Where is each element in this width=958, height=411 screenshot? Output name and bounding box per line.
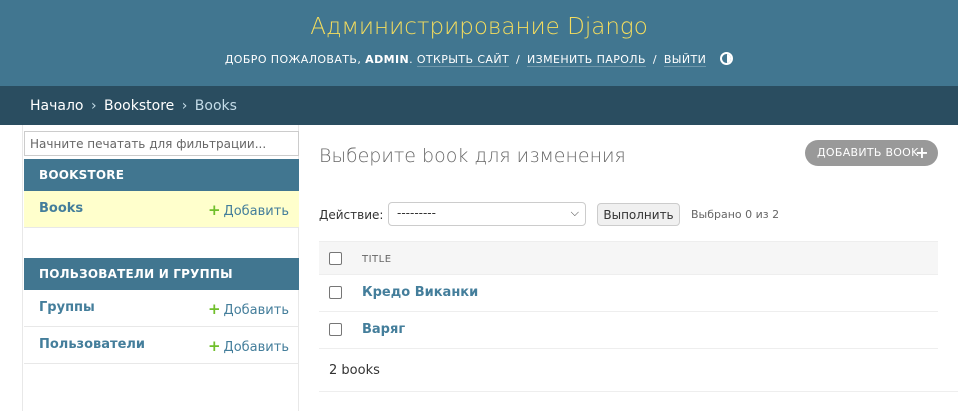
- add-books-link[interactable]: + Добавить: [208, 201, 289, 219]
- column-header-title[interactable]: Title: [362, 254, 392, 265]
- add-book-button[interactable]: Добавить book +: [805, 140, 938, 166]
- header: Администрирование Django Добро пожаловат…: [0, 0, 958, 86]
- action-label: Действие:: [319, 208, 384, 222]
- separator: /: [516, 53, 521, 66]
- page-title: Выберите book для изменения: [319, 145, 626, 167]
- plus-icon: +: [207, 337, 221, 355]
- separator: /: [652, 53, 657, 66]
- row-title-link[interactable]: Варяг: [362, 322, 405, 337]
- breadcrumb-current: Books: [194, 98, 237, 114]
- sidebar-item-label[interactable]: Books: [39, 201, 83, 216]
- sidebar-item-groups: Группы + Добавить: [24, 290, 299, 327]
- view-site-link[interactable]: Открыть сайт: [416, 53, 510, 67]
- sidebar-item-books: Books + Добавить: [24, 191, 299, 228]
- add-groups-link[interactable]: + Добавить: [208, 300, 289, 318]
- select-all-checkbox[interactable]: [329, 252, 342, 265]
- breadcrumb-home[interactable]: Начало: [30, 98, 83, 114]
- module-caption-auth[interactable]: Пользователи и группы: [24, 258, 299, 290]
- breadcrumb: Начало › Bookstore › Books: [0, 86, 958, 125]
- add-users-link[interactable]: + Добавить: [208, 337, 289, 355]
- breadcrumb-chevron: ›: [90, 98, 97, 114]
- breadcrumb-chevron: ›: [181, 98, 188, 114]
- action-select[interactable]: --------- ⌵: [388, 202, 586, 226]
- paginator: 2 books: [329, 363, 380, 378]
- actions-bar: Действие: --------- ⌵ Выполнить Выбрано …: [319, 202, 939, 228]
- run-action-button[interactable]: Выполнить: [597, 203, 680, 226]
- site-title[interactable]: Администрирование Django: [0, 14, 958, 40]
- module-caption-bookstore[interactable]: Bookstore: [24, 159, 299, 191]
- welcome-text: Добро пожаловать,: [224, 53, 362, 66]
- table-row: Кредо Виканки: [319, 275, 938, 312]
- nav-filter-input[interactable]: [24, 131, 299, 156]
- plus-icon: +: [207, 300, 221, 318]
- breadcrumb-app[interactable]: Bookstore: [104, 98, 174, 114]
- sidebar-item-label[interactable]: Пользователи: [39, 337, 145, 352]
- username: admin: [365, 53, 410, 66]
- logout-link[interactable]: Выйти: [663, 53, 707, 67]
- row-checkbox[interactable]: [329, 286, 342, 299]
- row-checkbox[interactable]: [329, 323, 342, 336]
- sidebar-item-users: Пользователи + Добавить: [24, 327, 299, 364]
- add-book-label: Добавить book: [817, 146, 919, 159]
- chevron-down-icon: ⌵: [570, 206, 579, 219]
- table-row: Варяг: [319, 312, 938, 349]
- row-title-link[interactable]: Кредо Виканки: [362, 285, 478, 300]
- table-header: Title: [319, 241, 938, 275]
- sidebar-item-label[interactable]: Группы: [39, 300, 95, 315]
- divider: [319, 391, 958, 392]
- theme-toggle-icon[interactable]: [720, 52, 734, 65]
- plus-icon: +: [915, 143, 929, 162]
- sidebar: Bookstore Books +Добавить Пользователи и…: [22, 125, 299, 411]
- change-password-link[interactable]: Изменить пароль: [527, 53, 646, 67]
- action-counter: Выбрано 0 из 2: [691, 208, 780, 221]
- plus-icon: +: [207, 201, 221, 219]
- user-tools: Добро пожаловать, admin. Открыть сайт / …: [0, 52, 958, 67]
- main-content: Выберите book для изменения Добавить boo…: [299, 125, 958, 411]
- action-selected-value: ---------: [397, 206, 436, 220]
